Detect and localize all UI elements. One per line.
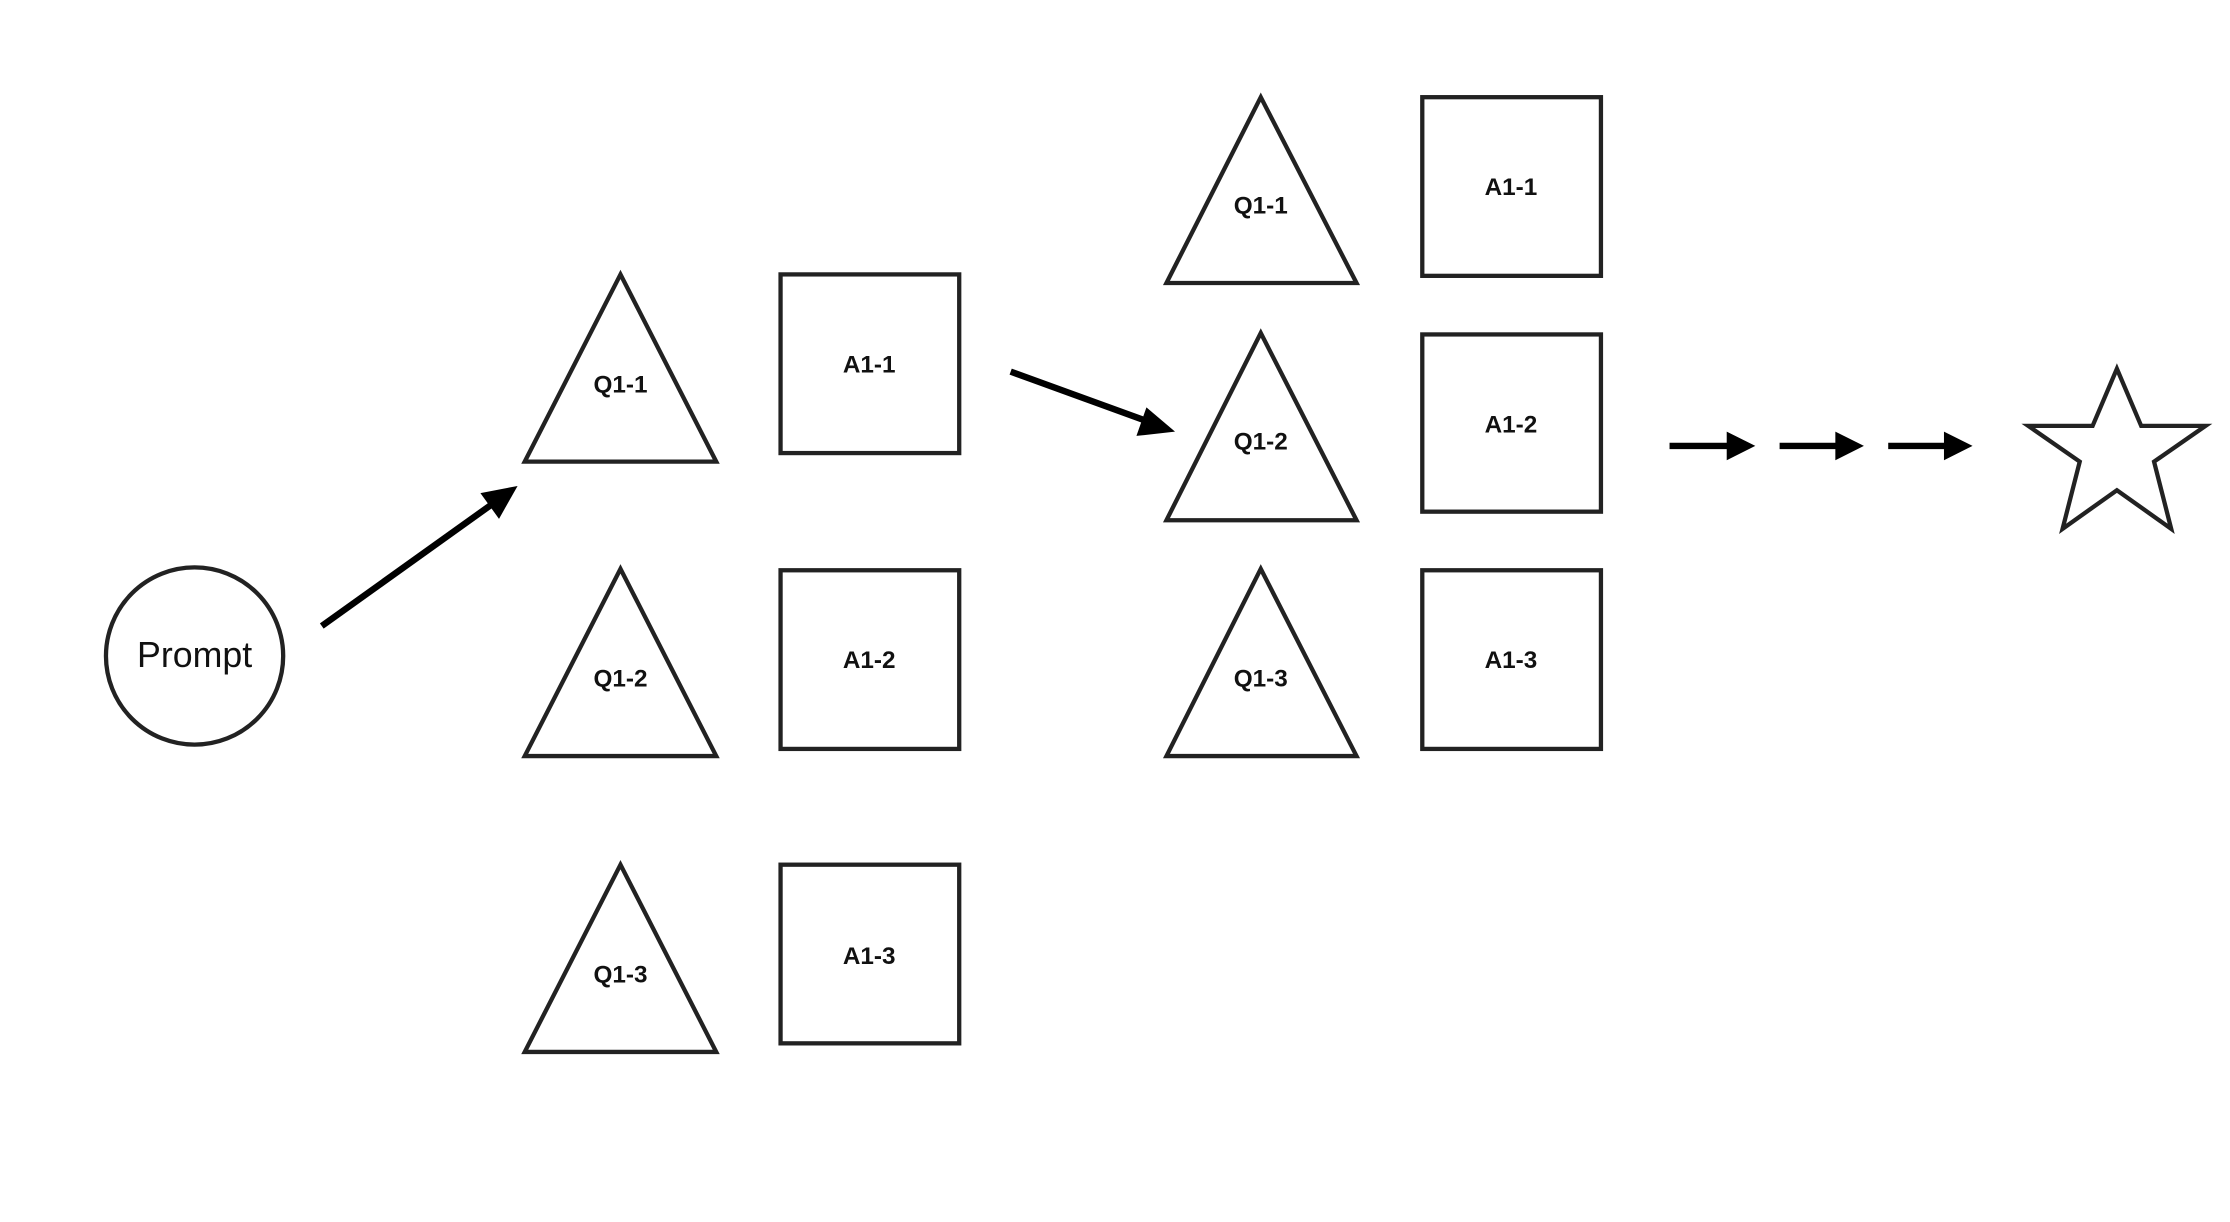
answer-label: A1-2 (843, 647, 896, 674)
stage2-a1-node: A1-1 (1420, 95, 1604, 278)
question-label: Q1-1 (593, 371, 647, 398)
triangle-shape (521, 859, 720, 1055)
answer-label: A1-2 (1485, 411, 1538, 438)
triangle-shape (1162, 564, 1361, 759)
stage2-a2-node: A1-2 (1420, 332, 1604, 514)
stage2-q1-node: Q1-1 (1162, 92, 1361, 286)
stage1-q1-node: Q1-1 (521, 269, 720, 464)
answer-label: A1-1 (1485, 174, 1538, 201)
question-label: Q1-2 (593, 666, 647, 693)
answer-label: A1-1 (843, 351, 896, 378)
stage1-a3-node: A1-3 (778, 862, 962, 1046)
arrow-prompt-to-stage1 (319, 485, 518, 629)
question-label: Q1-3 (1234, 666, 1288, 693)
answer-label: A1-3 (843, 943, 896, 970)
stage2-q3-node: Q1-3 (1162, 564, 1361, 759)
continuation-arrow-2 (1779, 431, 1864, 461)
stage1-a1-node: A1-1 (778, 272, 962, 456)
prompt-label: Prompt (137, 635, 252, 675)
stage1-q2-node: Q1-2 (521, 564, 720, 759)
star-icon (2021, 363, 2213, 534)
stage1-a2-node: A1-2 (778, 568, 962, 752)
triangle-shape (521, 269, 720, 464)
question-label: Q1-3 (593, 962, 647, 989)
triangle-shape (1162, 92, 1361, 286)
stage1-q3-node: Q1-3 (521, 859, 720, 1055)
question-label: Q1-1 (1234, 193, 1288, 220)
triangle-shape (521, 564, 720, 759)
stage2-a3-node: A1-3 (1420, 568, 1604, 752)
stage2-q2-node: Q1-2 (1162, 328, 1361, 523)
arrow-stage1-to-stage2 (1009, 368, 1176, 436)
diagram-canvas: Prompt Q1-1 A1-1 Q1-2 A1-2 Q1-3 A1-3 Q1-… (103, 92, 2213, 1055)
prompt-node: Prompt (103, 565, 286, 747)
answer-label: A1-3 (1485, 647, 1538, 674)
question-label: Q1-2 (1234, 428, 1288, 455)
continuation-arrow-3 (1888, 431, 1973, 461)
triangle-shape (1162, 328, 1361, 523)
continuation-arrow-1 (1669, 431, 1756, 461)
